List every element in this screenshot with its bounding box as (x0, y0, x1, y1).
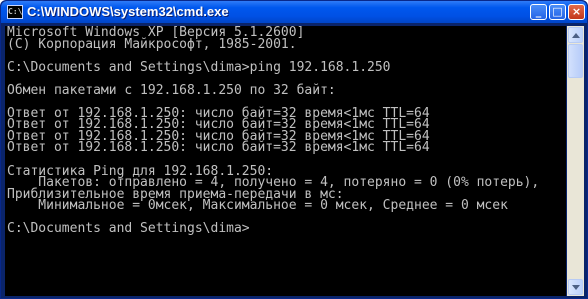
console-line: Обмен пакетами с 192.168.1.250 по 32 бай… (7, 82, 336, 98)
cmd-window: C:\ C:\WINDOWS\system32\cmd.exe _ □ × Mi… (0, 0, 588, 299)
cmd-icon[interactable]: C:\ (7, 5, 23, 19)
scroll-down-button[interactable] (568, 279, 583, 295)
console-line: Ответ от 192.168.1.250: число байт=32 вр… (7, 140, 430, 156)
window-title: C:\WINDOWS\system32\cmd.exe (27, 4, 229, 19)
chevron-up-icon (572, 33, 580, 38)
console-prompt: C:\Documents and Settings\dima> (7, 221, 250, 237)
console-line: C:\Documents and Settings\dima>ping 192.… (7, 59, 391, 75)
minimize-button[interactable]: _ (530, 4, 547, 20)
title-bar[interactable]: C:\ C:\WINDOWS\system32\cmd.exe _ □ × (1, 1, 587, 23)
scrollbar-thumb[interactable] (568, 44, 583, 78)
console-output[interactable]: Microsoft Windows XP [Версия 5.1.2600] (С… (5, 26, 566, 296)
maximize-button[interactable]: □ (549, 4, 566, 20)
close-button[interactable]: × (568, 4, 585, 20)
console-text: Microsoft Windows XP [Версия 5.1.2600] (С… (5, 26, 566, 235)
vertical-scrollbar[interactable] (567, 26, 584, 296)
console-line: (С) Корпорация Майкрософт, 1985-2001. (7, 36, 297, 52)
chevron-down-icon (572, 285, 580, 290)
console-line: Минимальное = 0мсек, Максимальное = 0 мс… (7, 198, 508, 214)
scroll-up-button[interactable] (568, 27, 583, 43)
